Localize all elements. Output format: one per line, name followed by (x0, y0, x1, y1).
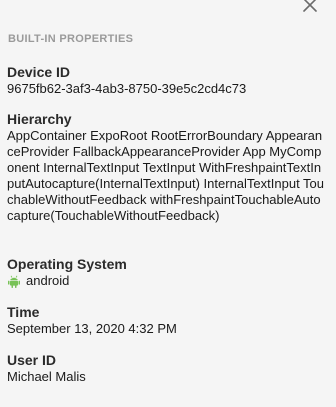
property-value: AppContainer ExpoRoot RootErrorBoundary … (7, 128, 325, 223)
property-operating-system: Operating System android (7, 256, 327, 289)
android-icon (8, 275, 20, 288)
property-label: Device ID (7, 64, 71, 80)
property-hierarchy: Hierarchy AppContainer ExpoRoot RootErro… (7, 111, 327, 224)
property-value: android (26, 273, 70, 288)
property-value: 9675fb62-3af3-4ab3-8750-39e5c2cd4c73 (7, 81, 247, 96)
property-value: September 13, 2020 4:32 PM (7, 321, 177, 336)
properties-panel: BUILT-IN PROPERTIES Device ID 9675fb62-3… (0, 0, 336, 407)
close-icon[interactable] (302, 0, 318, 13)
property-label: User ID (7, 352, 57, 368)
section-title: BUILT-IN PROPERTIES (8, 33, 134, 45)
property-value: Michael Malis (7, 369, 86, 384)
property-user-id: User ID Michael Malis (7, 352, 327, 385)
property-label: Time (7, 304, 40, 320)
property-label: Hierarchy (7, 111, 72, 127)
close-button[interactable] (302, 0, 318, 13)
property-label: Operating System (7, 256, 127, 272)
property-time: Time September 13, 2020 4:32 PM (7, 304, 327, 337)
property-device-id: Device ID 9675fb62-3af3-4ab3-8750-39e5c2… (7, 64, 327, 97)
